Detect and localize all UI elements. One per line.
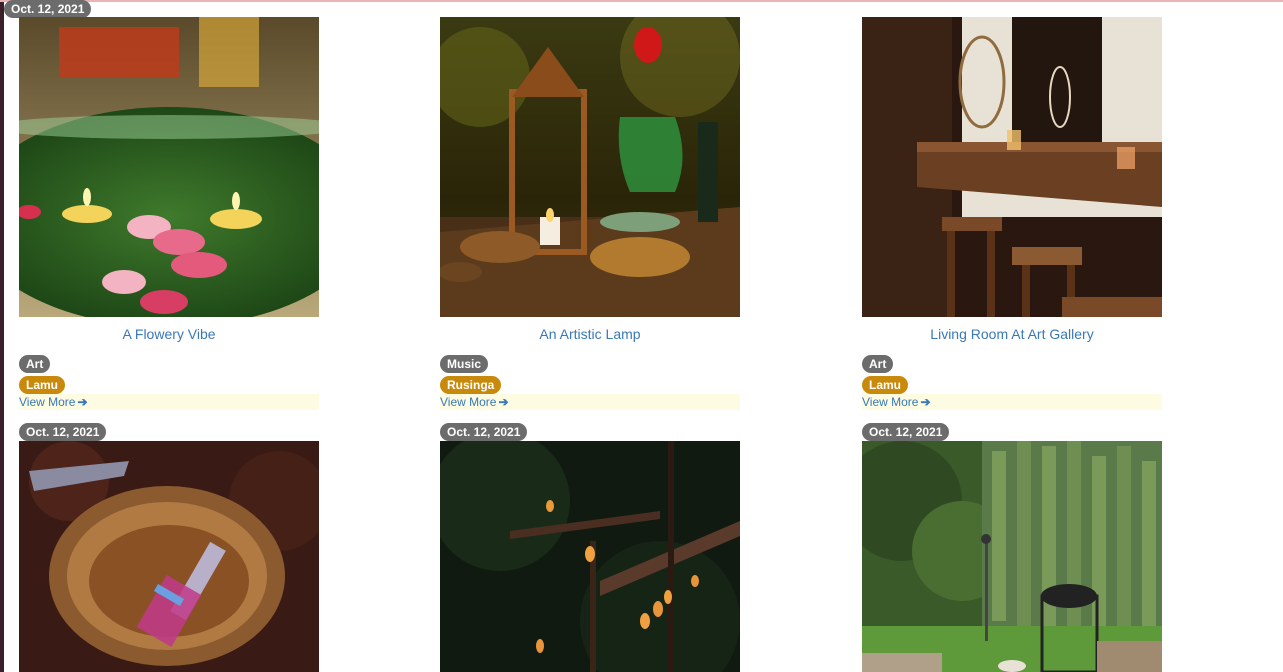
card-image-garden-cactus[interactable] [862, 441, 1162, 672]
card-image-artistic-lamp[interactable] [440, 17, 740, 317]
date-badge: Oct. 12, 2021 [862, 423, 950, 441]
top-border [0, 0, 1283, 2]
card-title[interactable]: Living Room At Art Gallery [862, 326, 1162, 342]
view-more-link[interactable]: View More ➔ [862, 395, 931, 409]
category-tag[interactable]: Art [862, 355, 894, 373]
card-image-living-room[interactable] [862, 17, 1162, 317]
date-badge: Oct. 12, 2021 [440, 423, 528, 441]
location-tag[interactable]: Lamu [19, 376, 66, 394]
location-tag[interactable]: Rusinga [440, 376, 502, 394]
arrow-right-icon: ➔ [498, 395, 509, 409]
category-tag[interactable]: Music [440, 355, 489, 373]
card-title[interactable]: An Artistic Lamp [440, 326, 740, 342]
category-tag[interactable]: Art [19, 355, 51, 373]
card-image-bowl[interactable] [19, 441, 319, 672]
card-title[interactable]: A Flowery Vibe [19, 326, 319, 342]
view-more-label: View More [862, 395, 919, 409]
arrow-right-icon: ➔ [920, 395, 931, 409]
view-more-link[interactable]: View More ➔ [19, 395, 88, 409]
date-badge: Oct. 12, 2021 [4, 0, 92, 18]
view-more-row: View More ➔ [19, 394, 319, 410]
view-more-row: View More ➔ [440, 394, 740, 410]
arrow-right-icon: ➔ [77, 395, 88, 409]
view-more-label: View More [440, 395, 497, 409]
view-more-label: View More [19, 395, 76, 409]
card-image-hanging-lights[interactable] [440, 441, 740, 672]
view-more-row: View More ➔ [862, 394, 1162, 410]
location-tag[interactable]: Lamu [862, 376, 909, 394]
date-badge: Oct. 12, 2021 [19, 423, 107, 441]
left-border [0, 0, 4, 672]
card-image-flowery-vibe[interactable] [19, 17, 319, 317]
view-more-link[interactable]: View More ➔ [440, 395, 509, 409]
